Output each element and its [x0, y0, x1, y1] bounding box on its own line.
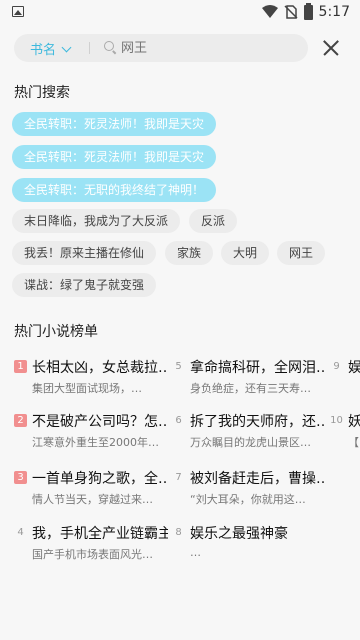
wifi-icon [261, 5, 278, 18]
rank-title: 拆了我的天师府，还… [190, 414, 326, 430]
search-row: 书名 [0, 34, 360, 62]
rank-number: 3 [14, 471, 27, 484]
rank-number: 9 [333, 361, 340, 372]
search-tag[interactable]: 末日降临，我成为了大反派 [12, 209, 181, 233]
rank-title: 娱乐之最强神豪 [190, 526, 288, 542]
search-box: 书名 [14, 34, 308, 62]
rank-desc: 集团大型面试现场，… [32, 382, 142, 395]
category-dropdown[interactable]: 书名 [30, 39, 72, 58]
clock: 5:17 [318, 4, 350, 20]
search-tag[interactable]: 谍战：绿了鬼子就变强 [12, 273, 157, 297]
rank-desc: … [190, 546, 201, 559]
rank-desc: 身负绝症，还有三天寿… [190, 382, 311, 395]
rank-title: 不是破产公司吗？怎… [32, 414, 168, 430]
chevron-down-icon [61, 42, 72, 52]
search-input[interactable] [121, 38, 301, 58]
rank-item[interactable]: 10 妖 【 [330, 409, 360, 449]
search-tag[interactable]: 我丢！原来主播在修仙 [12, 241, 157, 265]
hot-tag[interactable]: 全民转职：死灵法师！我即是天灾 [12, 112, 217, 136]
rank-number: 7 [175, 472, 182, 483]
image-notification-icon [12, 6, 24, 17]
rank-number: 4 [17, 527, 24, 538]
rank-number: 2 [14, 414, 27, 427]
rank-desc: 情人节当天，穿越过来… [32, 493, 153, 506]
rank-number: 10 [330, 415, 343, 426]
rank-number: 1 [14, 360, 27, 373]
rank-title: 妖 [348, 414, 360, 430]
search-tag[interactable]: 大明 [221, 241, 270, 265]
search-tag[interactable]: 网王 [277, 241, 326, 265]
rank-title: 被刘备赶走后，曹操… [190, 471, 326, 487]
rank-title: 长相太凶，女总裁拉… [32, 360, 168, 376]
rank-desc: 【 [348, 436, 359, 449]
search-icon [104, 41, 114, 51]
status-bar: 5:17 [0, 0, 360, 24]
rank-desc: “刘大耳朵，你就用这… [190, 493, 306, 506]
search-tag[interactable]: 家族 [165, 241, 214, 265]
rank-number: 6 [175, 415, 182, 426]
rank-number: 8 [175, 527, 182, 538]
rank-desc: 国产手机市场表面风光… [32, 548, 153, 561]
rank-title: 娱 [348, 360, 360, 376]
hot-search-title: 热门搜索 [14, 85, 70, 101]
rank-desc: 江寒意外重生至2000年… [32, 436, 159, 449]
rank-list: 1 长相太凶，女总裁拉… 集团大型面试现场，… 2 不是破产公司吗？怎… 江寒意… [0, 350, 360, 570]
status-icons: 5:17 [261, 2, 350, 21]
rank-desc: 万众瞩目的龙虎山景区… [190, 436, 311, 449]
hot-tag[interactable]: 全民转职：死灵法师！我即是天灾 [12, 145, 217, 169]
rank-item[interactable]: 9 娱 [330, 355, 360, 395]
rank-title: 一首单身狗之歌，全… [32, 471, 168, 487]
hot-tag[interactable]: 全民转职：无职的我终结了神明！ [12, 178, 217, 202]
rank-number: 5 [175, 361, 182, 372]
category-label: 书名 [30, 43, 57, 58]
rank-title: 热门小说榜单 [14, 324, 98, 340]
rank-title: 拿命搞科研，全网泪… [190, 360, 326, 376]
close-button[interactable] [322, 39, 340, 57]
search-tag[interactable]: 反派 [189, 209, 238, 233]
rank-title: 我，手机全产业链霸主 [32, 526, 168, 542]
search-divider [89, 42, 90, 54]
no-sim-icon [284, 5, 298, 19]
battery-icon [303, 2, 313, 20]
